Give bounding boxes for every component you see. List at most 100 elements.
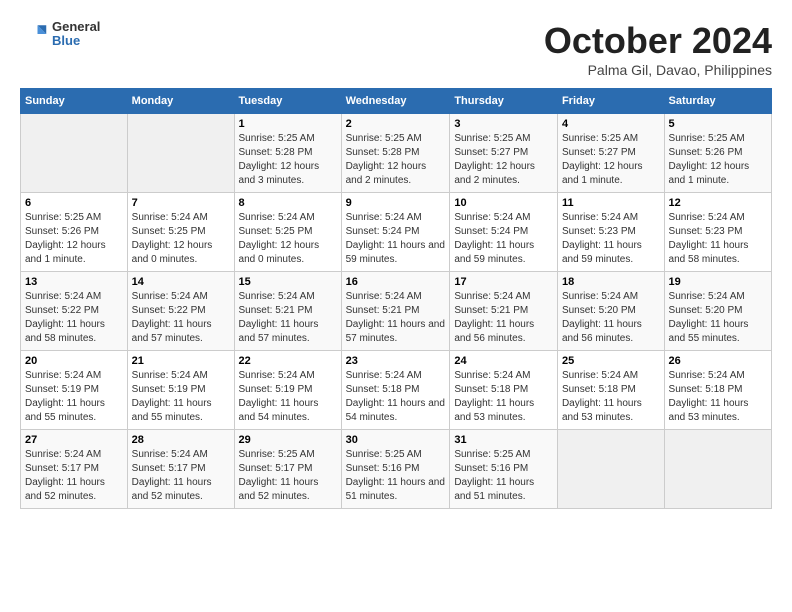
logo-icon	[20, 20, 48, 48]
calendar-header: SundayMondayTuesdayWednesdayThursdayFrid…	[21, 89, 772, 114]
day-info: Sunrise: 5:24 AM Sunset: 5:17 PM Dayligh…	[132, 448, 230, 504]
day-number: 3	[454, 118, 553, 130]
day-info: Sunrise: 5:25 AM Sunset: 5:27 PM Dayligh…	[454, 132, 553, 188]
logo: General Blue	[20, 20, 100, 49]
day-number: 30	[346, 434, 446, 446]
day-number: 14	[132, 276, 230, 288]
location: Palma Gil, Davao, Philippines	[544, 62, 772, 78]
day-info: Sunrise: 5:24 AM Sunset: 5:25 PM Dayligh…	[239, 211, 337, 267]
day-number: 9	[346, 197, 446, 209]
logo-text: General Blue	[52, 20, 100, 49]
day-info: Sunrise: 5:24 AM Sunset: 5:19 PM Dayligh…	[132, 369, 230, 425]
day-number: 27	[25, 434, 123, 446]
day-info: Sunrise: 5:24 AM Sunset: 5:23 PM Dayligh…	[669, 211, 767, 267]
day-info: Sunrise: 5:24 AM Sunset: 5:18 PM Dayligh…	[454, 369, 553, 425]
calendar-cell: 30 Sunrise: 5:25 AM Sunset: 5:16 PM Dayli…	[341, 430, 450, 509]
day-info: Sunrise: 5:24 AM Sunset: 5:21 PM Dayligh…	[454, 290, 553, 346]
day-info: Sunrise: 5:25 AM Sunset: 5:16 PM Dayligh…	[454, 448, 553, 504]
weekday-header: Friday	[557, 89, 664, 114]
calendar-cell: 9 Sunrise: 5:24 AM Sunset: 5:24 PM Daylig…	[341, 193, 450, 272]
weekday-header: Wednesday	[341, 89, 450, 114]
calendar-cell: 7 Sunrise: 5:24 AM Sunset: 5:25 PM Daylig…	[127, 193, 234, 272]
calendar-cell: 20Sunrise: 5:24 AM Sunset: 5:19 PM Dayli…	[21, 351, 128, 430]
calendar-cell: 28Sunrise: 5:24 AM Sunset: 5:17 PM Dayli…	[127, 430, 234, 509]
calendar-cell: 25Sunrise: 5:24 AM Sunset: 5:18 PM Dayli…	[557, 351, 664, 430]
calendar-cell: 10Sunrise: 5:24 AM Sunset: 5:24 PM Dayli…	[450, 193, 558, 272]
calendar-cell: 5 Sunrise: 5:25 AM Sunset: 5:26 PM Daylig…	[664, 114, 771, 193]
day-info: Sunrise: 5:24 AM Sunset: 5:20 PM Dayligh…	[669, 290, 767, 346]
day-number: 31	[454, 434, 553, 446]
day-info: Sunrise: 5:25 AM Sunset: 5:16 PM Dayligh…	[346, 448, 446, 504]
calendar-week-row: 1 Sunrise: 5:25 AM Sunset: 5:28 PM Daylig…	[21, 114, 772, 193]
day-info: Sunrise: 5:24 AM Sunset: 5:17 PM Dayligh…	[25, 448, 123, 504]
day-number: 24	[454, 355, 553, 367]
day-number: 4	[562, 118, 660, 130]
calendar-cell: 21 Sunrise: 5:24 AM Sunset: 5:19 PM Dayli…	[127, 351, 234, 430]
day-number: 5	[669, 118, 767, 130]
calendar-week-row: 20Sunrise: 5:24 AM Sunset: 5:19 PM Dayli…	[21, 351, 772, 430]
calendar-week-row: 6 Sunrise: 5:25 AM Sunset: 5:26 PM Daylig…	[21, 193, 772, 272]
day-info: Sunrise: 5:25 AM Sunset: 5:26 PM Dayligh…	[25, 211, 123, 267]
weekday-header: Monday	[127, 89, 234, 114]
calendar-cell: 8 Sunrise: 5:24 AM Sunset: 5:25 PM Daylig…	[234, 193, 341, 272]
calendar-cell: 13 Sunrise: 5:24 AM Sunset: 5:22 PM Dayli…	[21, 272, 128, 351]
calendar-cell: 4Sunrise: 5:25 AM Sunset: 5:27 PM Daylig…	[557, 114, 664, 193]
day-info: Sunrise: 5:24 AM Sunset: 5:24 PM Dayligh…	[346, 211, 446, 267]
day-number: 17	[454, 276, 553, 288]
day-info: Sunrise: 5:24 AM Sunset: 5:22 PM Dayligh…	[132, 290, 230, 346]
day-info: Sunrise: 5:25 AM Sunset: 5:28 PM Dayligh…	[346, 132, 446, 188]
day-info: Sunrise: 5:24 AM Sunset: 5:24 PM Dayligh…	[454, 211, 553, 267]
day-info: Sunrise: 5:24 AM Sunset: 5:21 PM Dayligh…	[239, 290, 337, 346]
calendar-cell	[664, 430, 771, 509]
header-row: SundayMondayTuesdayWednesdayThursdayFrid…	[21, 89, 772, 114]
weekday-header: Sunday	[21, 89, 128, 114]
calendar-cell: 22Sunrise: 5:24 AM Sunset: 5:19 PM Dayli…	[234, 351, 341, 430]
calendar-cell: 31 Sunrise: 5:25 AM Sunset: 5:16 PM Dayli…	[450, 430, 558, 509]
day-number: 11	[562, 197, 660, 209]
page-header: General Blue October 2024 Palma Gil, Dav…	[20, 20, 772, 78]
day-number: 29	[239, 434, 337, 446]
calendar-cell: 17 Sunrise: 5:24 AM Sunset: 5:21 PM Dayli…	[450, 272, 558, 351]
calendar-cell: 1 Sunrise: 5:25 AM Sunset: 5:28 PM Daylig…	[234, 114, 341, 193]
day-number: 22	[239, 355, 337, 367]
day-number: 1	[239, 118, 337, 130]
logo-line1: General	[52, 20, 100, 34]
day-info: Sunrise: 5:24 AM Sunset: 5:19 PM Dayligh…	[25, 369, 123, 425]
day-number: 21	[132, 355, 230, 367]
calendar-cell: 12Sunrise: 5:24 AM Sunset: 5:23 PM Dayli…	[664, 193, 771, 272]
day-number: 19	[669, 276, 767, 288]
calendar-cell: 15Sunrise: 5:24 AM Sunset: 5:21 PM Dayli…	[234, 272, 341, 351]
calendar-table: SundayMondayTuesdayWednesdayThursdayFrid…	[20, 88, 772, 509]
day-info: Sunrise: 5:25 AM Sunset: 5:28 PM Dayligh…	[239, 132, 337, 188]
calendar-week-row: 13 Sunrise: 5:24 AM Sunset: 5:22 PM Dayli…	[21, 272, 772, 351]
calendar-cell: 18Sunrise: 5:24 AM Sunset: 5:20 PM Dayli…	[557, 272, 664, 351]
calendar-cell: 24 Sunrise: 5:24 AM Sunset: 5:18 PM Dayli…	[450, 351, 558, 430]
day-number: 16	[346, 276, 446, 288]
month-title: October 2024	[544, 20, 772, 62]
calendar-cell: 16Sunrise: 5:24 AM Sunset: 5:21 PM Dayli…	[341, 272, 450, 351]
day-info: Sunrise: 5:24 AM Sunset: 5:18 PM Dayligh…	[346, 369, 446, 425]
day-number: 8	[239, 197, 337, 209]
weekday-header: Tuesday	[234, 89, 341, 114]
calendar-body: 1 Sunrise: 5:25 AM Sunset: 5:28 PM Daylig…	[21, 114, 772, 509]
day-number: 6	[25, 197, 123, 209]
day-number: 13	[25, 276, 123, 288]
day-info: Sunrise: 5:24 AM Sunset: 5:18 PM Dayligh…	[562, 369, 660, 425]
day-info: Sunrise: 5:24 AM Sunset: 5:23 PM Dayligh…	[562, 211, 660, 267]
calendar-cell	[127, 114, 234, 193]
day-info: Sunrise: 5:24 AM Sunset: 5:18 PM Dayligh…	[669, 369, 767, 425]
day-info: Sunrise: 5:24 AM Sunset: 5:25 PM Dayligh…	[132, 211, 230, 267]
day-number: 7	[132, 197, 230, 209]
calendar-cell: 3 Sunrise: 5:25 AM Sunset: 5:27 PM Daylig…	[450, 114, 558, 193]
day-info: Sunrise: 5:24 AM Sunset: 5:22 PM Dayligh…	[25, 290, 123, 346]
day-info: Sunrise: 5:25 AM Sunset: 5:26 PM Dayligh…	[669, 132, 767, 188]
calendar-cell: 19 Sunrise: 5:24 AM Sunset: 5:20 PM Dayli…	[664, 272, 771, 351]
calendar-cell: 6 Sunrise: 5:25 AM Sunset: 5:26 PM Daylig…	[21, 193, 128, 272]
calendar-cell: 23Sunrise: 5:24 AM Sunset: 5:18 PM Dayli…	[341, 351, 450, 430]
calendar-cell: 2Sunrise: 5:25 AM Sunset: 5:28 PM Daylig…	[341, 114, 450, 193]
day-info: Sunrise: 5:25 AM Sunset: 5:17 PM Dayligh…	[239, 448, 337, 504]
day-number: 18	[562, 276, 660, 288]
calendar-cell	[21, 114, 128, 193]
calendar-cell: 29 Sunrise: 5:25 AM Sunset: 5:17 PM Dayli…	[234, 430, 341, 509]
weekday-header: Saturday	[664, 89, 771, 114]
